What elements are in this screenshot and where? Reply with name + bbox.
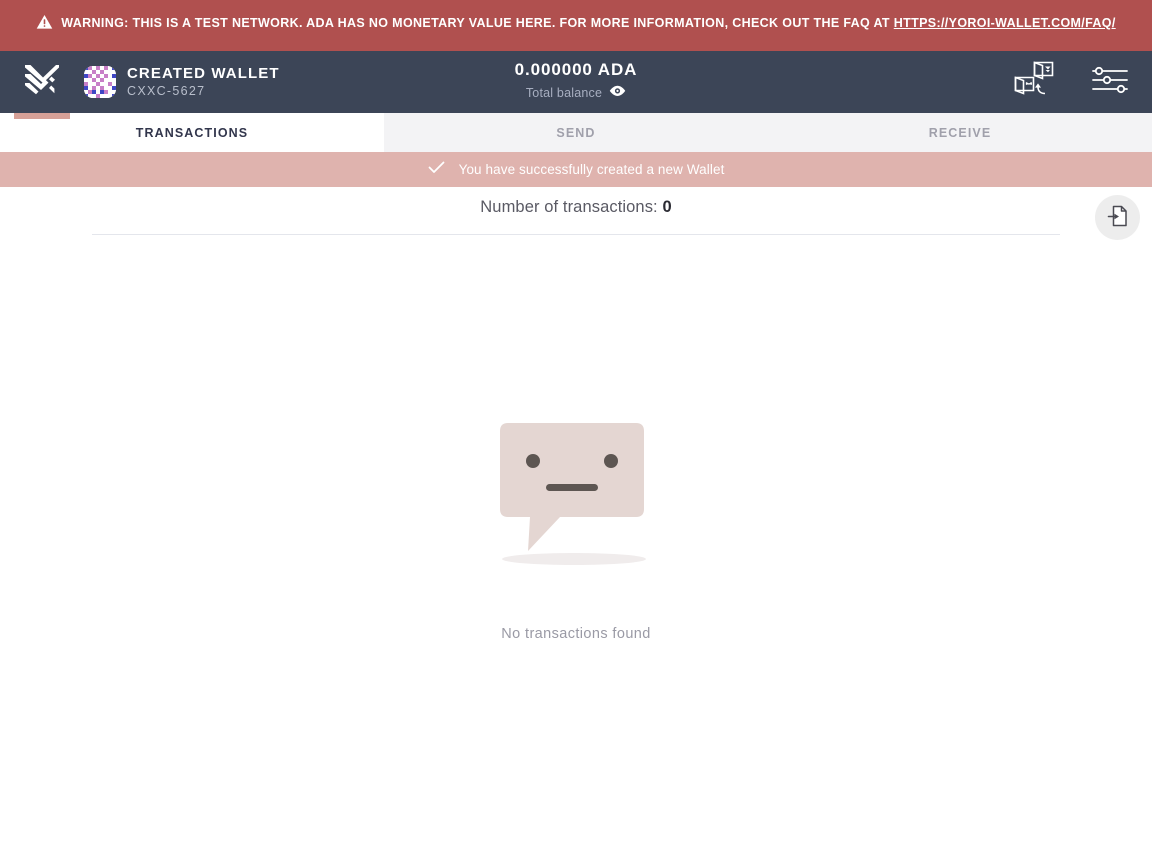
test-network-warning-banner: WARNING: THIS IS A TEST NETWORK. ADA HAS… <box>0 0 1152 51</box>
wallet-identicon-avatar <box>84 66 116 98</box>
wallet-name: CREATED WALLET <box>127 65 280 82</box>
settings-button[interactable] <box>1090 62 1130 102</box>
total-balance-label: Total balance <box>525 86 603 100</box>
top-navbar: CREATED WALLET CXXC-5627 0.000000 ADA To… <box>0 51 1152 119</box>
wallet-switch-button[interactable] <box>1014 60 1054 102</box>
transactions-divider <box>92 234 1060 235</box>
notification-message: You have successfully created a new Wall… <box>458 162 725 177</box>
settings-sliders-icon <box>1091 66 1129 99</box>
transaction-count-value: 0 <box>662 198 672 216</box>
export-transactions-button[interactable] <box>1095 195 1140 240</box>
export-document-icon <box>1107 205 1128 230</box>
wallet-switch-icon <box>1012 59 1056 106</box>
neutral-face-speech-bubble-illustration <box>486 421 666 576</box>
check-icon <box>428 161 445 179</box>
transaction-count: Number of transactions: 0 <box>0 198 1152 217</box>
warning-triangle-icon <box>36 14 53 37</box>
tab-send[interactable]: SEND <box>384 113 768 152</box>
warning-banner-text: WARNING: THIS IS A TEST NETWORK. ADA HAS… <box>61 15 894 30</box>
no-transactions-message: No transactions found <box>501 626 651 642</box>
total-balance-amount: 0.000000 ADA <box>514 60 638 79</box>
wallet-plate-id: CXXC-5627 <box>127 84 206 98</box>
yoroi-logo-icon <box>24 63 60 102</box>
wallet-summary[interactable]: CREATED WALLET CXXC-5627 <box>84 64 280 100</box>
empty-transactions-state: No transactions found <box>0 235 1152 800</box>
success-notification: You have successfully created a new Wall… <box>0 152 1152 187</box>
transaction-count-label: Number of transactions: <box>480 198 663 216</box>
yoroi-logo-button[interactable] <box>0 51 84 113</box>
eye-icon[interactable] <box>609 84 626 102</box>
faq-link[interactable]: HTTPS://YOROI-WALLET.COM/FAQ/ <box>894 16 1116 30</box>
tab-receive[interactable]: RECEIVE <box>768 113 1152 152</box>
wallet-tabs: TRANSACTIONS SEND RECEIVE <box>0 113 1152 152</box>
nav-accent-indicator <box>14 113 70 119</box>
transactions-header: Number of transactions: 0 <box>0 187 1152 240</box>
